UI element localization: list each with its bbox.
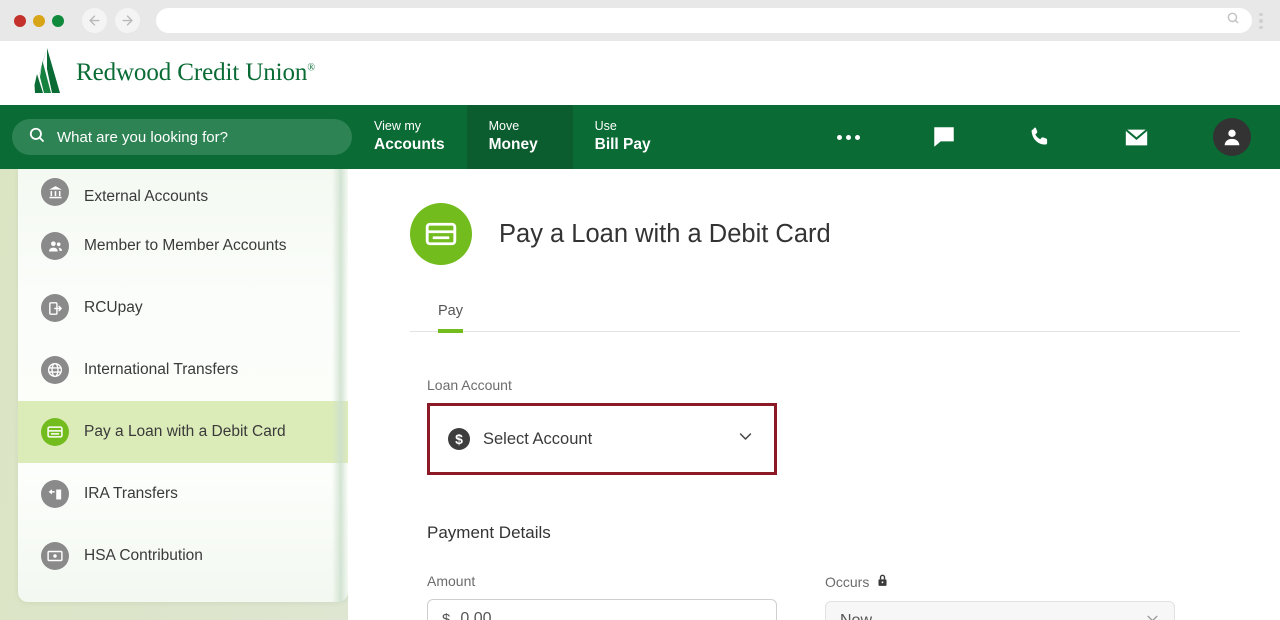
nav-icon-group — [800, 105, 1280, 169]
sidebar: External Accounts Member to Member Accou… — [0, 169, 348, 620]
loan-account-select[interactable]: $ Select Account — [434, 410, 770, 468]
window-traffic-lights — [14, 14, 64, 27]
nav-item-accounts-big: Accounts — [374, 135, 445, 153]
page-body: External Accounts Member to Member Accou… — [0, 169, 1280, 620]
sidebar-item-label: International Transfers — [84, 361, 239, 378]
sidebar-item-member-to-member[interactable]: Member to Member Accounts — [18, 215, 348, 277]
credit-card-icon — [41, 418, 69, 446]
rcupay-icon — [41, 294, 69, 322]
sidebar-item-international-transfers[interactable]: International Transfers — [18, 339, 348, 401]
brand-logo[interactable]: Redwood Credit Union® — [30, 47, 315, 100]
nav-item-accounts[interactable]: View my Accounts — [352, 105, 467, 169]
nav-item-bill-pay-small: Use — [594, 119, 617, 134]
sidebar-item-label: HSA Contribution — [84, 547, 203, 564]
browser-toolbar — [0, 0, 1280, 41]
minimize-window-button[interactable] — [33, 14, 45, 27]
site-header: Redwood Credit Union® — [0, 41, 1280, 105]
main-navigation: What are you looking for? View my Accoun… — [0, 105, 1280, 169]
lock-icon — [876, 573, 889, 591]
envelope-icon[interactable] — [1088, 105, 1184, 169]
sidebar-item-label: External Accounts — [84, 188, 209, 205]
sidebar-item-label: Member to Member Accounts — [84, 237, 287, 254]
phone-icon[interactable] — [992, 105, 1088, 169]
payment-fields-row: Amount $ 0.00 Occurs Now — [427, 573, 1240, 620]
more-ellipsis-icon[interactable] — [800, 105, 896, 169]
sidebar-item-label: RCUpay — [84, 299, 143, 316]
occurs-label-text: Occurs — [825, 574, 870, 590]
sidebar-item-ira-transfers[interactable]: IRA Transfers — [18, 463, 348, 525]
sidebar-item-pay-a-loan-with-a-debit-card[interactable]: Pay a Loan with a Debit Card — [18, 401, 348, 463]
redwood-tree-logo — [30, 47, 66, 100]
close-window-button[interactable] — [14, 14, 26, 27]
page-header: Pay a Loan with a Debit Card — [410, 203, 1240, 265]
search-icon — [28, 126, 46, 149]
hsa-icon — [41, 542, 69, 570]
amount-field: Amount $ 0.00 — [427, 573, 777, 620]
kebab-menu-icon[interactable] — [1252, 8, 1270, 34]
ira-transfer-icon — [41, 480, 69, 508]
search-input[interactable]: What are you looking for? — [12, 119, 352, 155]
occurs-label: Occurs — [825, 573, 1175, 591]
brand-name: Redwood Credit Union® — [76, 59, 315, 86]
avatar — [1213, 118, 1251, 156]
loan-account-label: Loan Account — [427, 377, 512, 393]
loan-account-highlight: $ Select Account — [427, 403, 777, 475]
sidebar-item-label: IRA Transfers — [84, 485, 178, 502]
tab-bar: Pay — [410, 303, 1240, 333]
user-avatar-icon[interactable] — [1184, 105, 1280, 169]
credit-card-icon — [410, 203, 472, 265]
nav-item-bill-pay[interactable]: Use Bill Pay — [573, 105, 679, 169]
occurs-field: Occurs Now — [825, 573, 1175, 620]
payment-details-title: Payment Details — [427, 523, 551, 542]
people-icon — [41, 232, 69, 260]
amount-value: 0.00 — [460, 610, 492, 620]
sidebar-card: External Accounts Member to Member Accou… — [18, 169, 348, 602]
tab-pay[interactable]: Pay — [438, 303, 463, 333]
sidebar-item-label: Pay a Loan with a Debit Card — [84, 423, 286, 440]
maximize-window-button[interactable] — [52, 14, 64, 27]
nav-item-bill-pay-big: Bill Pay — [594, 135, 651, 153]
url-input[interactable] — [156, 8, 1252, 33]
nav-item-move-money-big: Money — [488, 135, 538, 153]
back-arrow-icon[interactable] — [82, 8, 107, 33]
url-search-icon — [1226, 11, 1240, 30]
main-content: Pay a Loan with a Debit Card Pay Loan Ac… — [348, 169, 1280, 620]
amount-label: Amount — [427, 573, 476, 589]
brand-trademark: ® — [307, 62, 315, 74]
sidebar-item-hsa-contribution[interactable]: HSA Contribution — [18, 525, 348, 587]
amount-input[interactable]: $ 0.00 — [427, 599, 777, 620]
nav-item-move-money-small: Move — [488, 119, 520, 134]
dollar-circle-icon: $ — [448, 428, 470, 450]
occurs-select[interactable]: Now — [825, 601, 1175, 620]
loan-account-value: Select Account — [483, 429, 593, 448]
nav-item-accounts-small: View my — [374, 119, 422, 134]
search-placeholder: What are you looking for? — [57, 128, 228, 146]
browser-navigation — [82, 8, 140, 33]
forward-arrow-icon[interactable] — [115, 8, 140, 33]
nav-item-move-money[interactable]: Move Money — [466, 105, 573, 169]
page-title: Pay a Loan with a Debit Card — [499, 219, 831, 248]
payment-details-section: Payment Details Amount $ 0.00 Occurs — [410, 523, 1240, 620]
currency-symbol: $ — [442, 610, 451, 620]
globe-icon — [41, 356, 69, 384]
bank-icon — [41, 178, 69, 206]
occurs-value: Now — [840, 612, 1135, 620]
sidebar-item-external-accounts[interactable]: External Accounts — [18, 169, 348, 215]
chevron-down-icon — [737, 428, 754, 450]
sidebar-item-rcupay[interactable]: RCUpay — [18, 277, 348, 339]
loan-account-field: Loan Account $ Select Account — [410, 377, 1240, 475]
chat-bubble-icon[interactable] — [896, 105, 992, 169]
chevron-down-icon — [1145, 611, 1160, 620]
